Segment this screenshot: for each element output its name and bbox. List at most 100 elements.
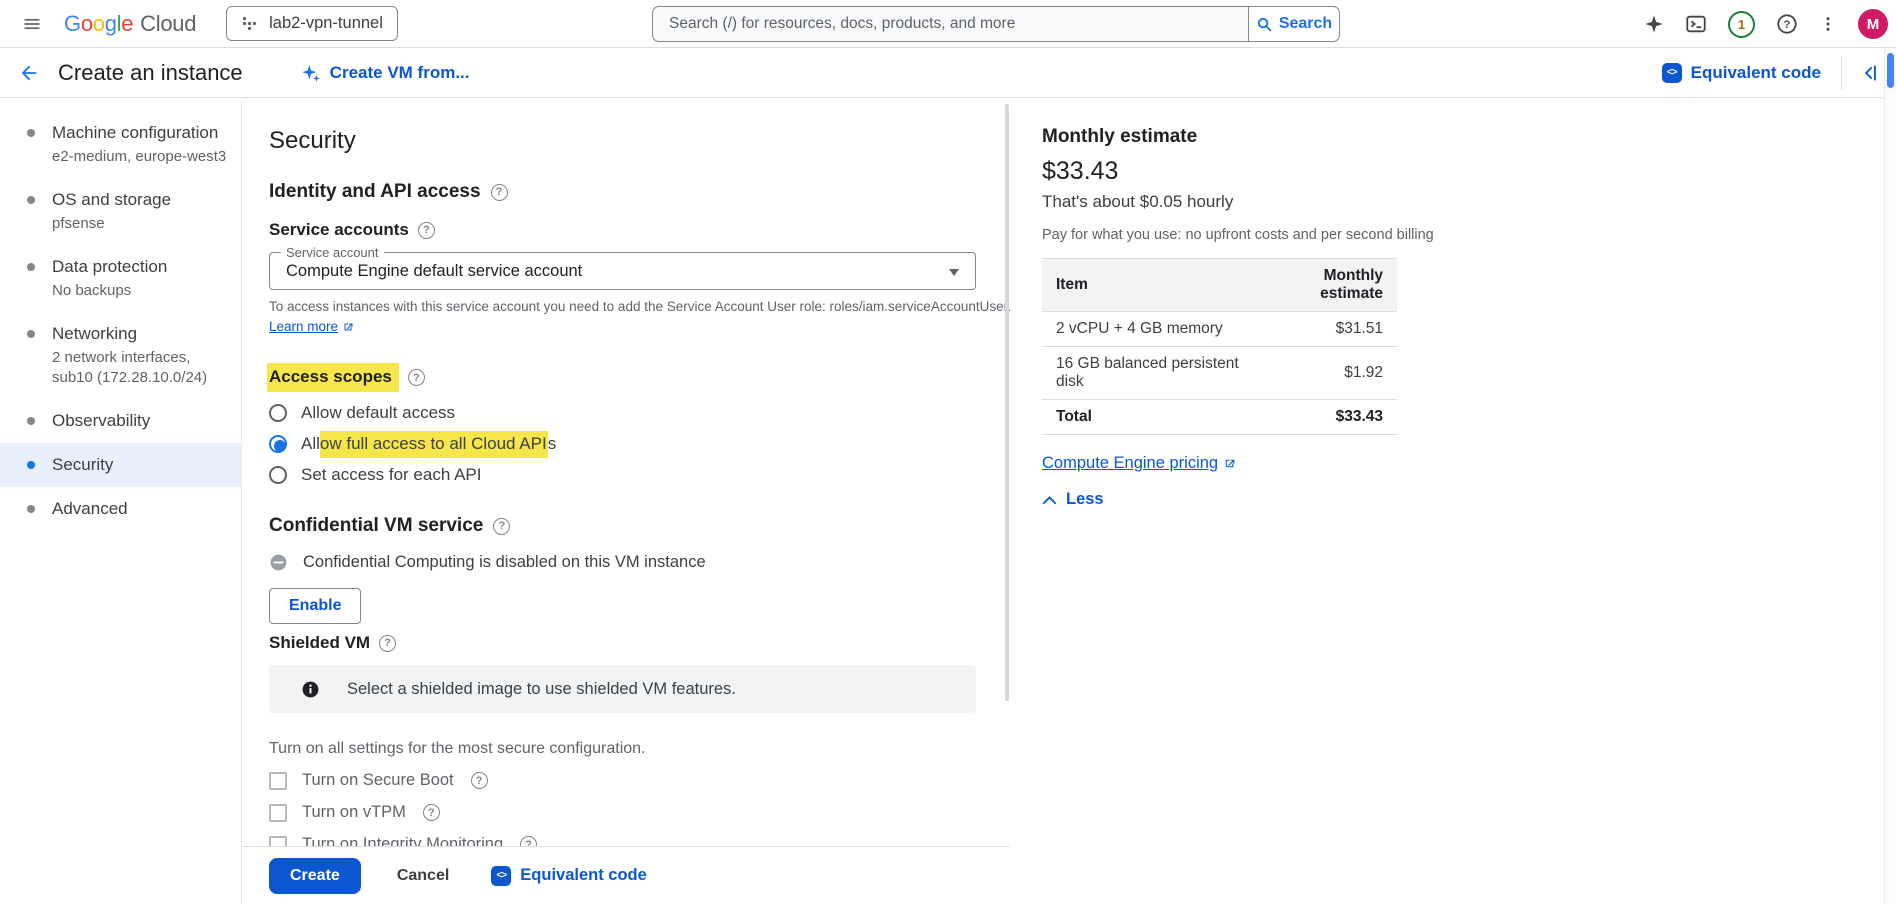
help-icon[interactable] [491, 184, 508, 201]
sidebar-item-machine-configuration[interactable]: Machine configuration e2-medium, europe-… [0, 111, 241, 178]
heading-text: Shielded VM [269, 632, 370, 654]
project-selector[interactable]: lab2-vpn-tunnel [226, 6, 398, 41]
cloud-shell-icon[interactable] [1685, 13, 1707, 35]
service-account-helper-text: To access instances with this service ac… [269, 299, 1010, 315]
help-icon[interactable] [493, 518, 510, 535]
equivalent-code-button-top[interactable]: Equivalent code [1662, 63, 1821, 83]
sidebar-item-sublabel: No backups [52, 281, 231, 301]
security-form-region: Security Identity and API access Service… [243, 99, 1010, 904]
help-icon[interactable] [379, 635, 396, 652]
learn-more-link[interactable]: Learn more [269, 319, 354, 334]
logo-letter: o [93, 11, 105, 37]
cancel-button[interactable]: Cancel [379, 858, 467, 894]
sidebar-item-networking[interactable]: Networking 2 network interfaces, sub10 (… [0, 312, 241, 399]
top-app-bar: Google Cloud lab2-vpn-tunnel Search 1 ? [0, 0, 1896, 48]
equivalent-code-label: Equivalent code [520, 866, 647, 885]
help-icon[interactable] [408, 369, 425, 386]
checkbox-icon[interactable] [269, 804, 287, 822]
sidebar-item-label: OS and storage [52, 189, 231, 211]
project-name: lab2-vpn-tunnel [269, 14, 383, 33]
search-input[interactable] [652, 6, 1248, 42]
page-scrollbar-thumb[interactable] [1887, 53, 1894, 88]
shielded-info-banner: Select a shielded image to use shielded … [269, 665, 976, 713]
sidebar-item-advanced[interactable]: Advanced [0, 487, 241, 531]
radio-checked-icon[interactable] [269, 435, 287, 453]
logo-letter: e [121, 11, 133, 37]
less-label: Less [1066, 490, 1104, 509]
page-title: Create an instance [58, 60, 243, 86]
checkbox-secure-boot[interactable]: Turn on Secure Boot [269, 771, 488, 790]
logo-letter: o [81, 11, 93, 37]
link-text: Learn more [269, 319, 338, 334]
service-account-select[interactable]: Service account Compute Engine default s… [269, 252, 976, 290]
confidential-status-text: Confidential Computing is disabled on th… [303, 553, 706, 572]
sidebar-item-label: Machine configuration [52, 122, 231, 144]
heading-text-highlighted: Access scopes [267, 363, 399, 392]
estimate-table: Item Monthly estimate 2 vCPU + 4 GB memo… [1042, 258, 1397, 435]
equivalent-code-label: Equivalent code [1691, 63, 1821, 83]
notifications-badge[interactable]: 1 [1728, 11, 1755, 38]
sidebar-item-label: Networking [52, 323, 231, 345]
help-icon[interactable] [418, 222, 435, 239]
sidebar-item-os-and-storage[interactable]: OS and storage pfsense [0, 178, 241, 245]
project-icon [241, 15, 258, 32]
radio-icon[interactable] [269, 404, 287, 422]
search-button-label: Search [1279, 15, 1332, 33]
external-link-icon [342, 321, 354, 333]
radio-allow-full-access[interactable]: Allow full access to all Cloud APIs [269, 434, 556, 454]
create-vm-from-link[interactable]: Create VM from... [301, 63, 470, 83]
collapse-panel-icon[interactable] [1862, 63, 1882, 83]
create-button[interactable]: Create [269, 858, 361, 894]
sidebar-item-label: Data protection [52, 256, 231, 278]
enable-button[interactable]: Enable [269, 588, 361, 624]
gemini-icon[interactable] [1644, 14, 1664, 34]
equivalent-code-button-bottom[interactable]: Equivalent code [491, 866, 647, 886]
global-search: Search [652, 6, 1340, 42]
value-cell: $1.92 [1255, 347, 1397, 400]
create-instance-nav: Machine configuration e2-medium, europe-… [0, 99, 242, 904]
page-scrollbar[interactable] [1884, 48, 1896, 904]
step-dot-icon [27, 196, 35, 204]
table-total-row: Total $33.43 [1042, 400, 1397, 435]
column-header-monthly-estimate: Monthly estimate [1255, 259, 1397, 312]
shielded-note: Turn on all settings for the most secure… [269, 740, 1010, 758]
more-vert-icon[interactable] [1819, 15, 1837, 33]
sidebar-item-sublabel: sub10 (172.28.10.0/24) [52, 368, 231, 388]
help-icon[interactable] [423, 804, 440, 821]
notification-count: 1 [1738, 17, 1745, 32]
heading-text: Confidential VM service [269, 514, 483, 538]
search-button[interactable]: Search [1248, 6, 1340, 42]
help-icon[interactable] [471, 772, 488, 789]
menu-icon[interactable] [16, 8, 48, 40]
avatar[interactable]: M [1858, 9, 1888, 39]
code-icon [491, 866, 511, 886]
sidebar-item-observability[interactable]: Observability [0, 399, 241, 443]
checkbox-icon[interactable] [269, 772, 287, 790]
service-accounts-heading: Service accounts [269, 219, 1010, 241]
estimate-amount: $33.43 [1042, 157, 1884, 186]
back-arrow-icon[interactable] [14, 58, 44, 88]
compute-engine-pricing-link[interactable]: Compute Engine pricing [1042, 454, 1236, 473]
create-vm-from-label: Create VM from... [330, 63, 470, 83]
checkbox-vtpm[interactable]: Turn on vTPM [269, 803, 440, 822]
sidebar-item-data-protection[interactable]: Data protection No backups [0, 245, 241, 312]
page-header: Create an instance Create VM from... Equ… [0, 48, 1896, 98]
checkbox-label: Turn on Secure Boot [302, 771, 454, 790]
estimate-table-header-row: Item Monthly estimate [1042, 259, 1397, 312]
form-scrollbar-thumb[interactable] [1005, 104, 1009, 701]
total-value-cell: $33.43 [1255, 400, 1397, 435]
less-toggle[interactable]: Less [1042, 490, 1104, 509]
estimate-hourly: That's about $0.05 hourly [1042, 192, 1884, 212]
page-header-actions: Equivalent code [1662, 56, 1882, 90]
table-row: 16 GB balanced persistent disk $1.92 [1042, 347, 1397, 400]
external-link-icon [1223, 457, 1236, 470]
radio-icon[interactable] [269, 466, 287, 484]
radio-allow-default-access[interactable]: Allow default access [269, 403, 455, 423]
radio-label: Allow default access [301, 403, 455, 423]
help-icon[interactable]: ? [1776, 13, 1798, 35]
sidebar-item-sublabel: e2-medium, europe-west3 [52, 147, 231, 167]
sidebar-item-label: Observability [52, 410, 231, 432]
radio-set-access-each-api[interactable]: Set access for each API [269, 465, 481, 485]
label-part: All [301, 434, 320, 453]
sidebar-item-security[interactable]: Security [0, 443, 241, 487]
